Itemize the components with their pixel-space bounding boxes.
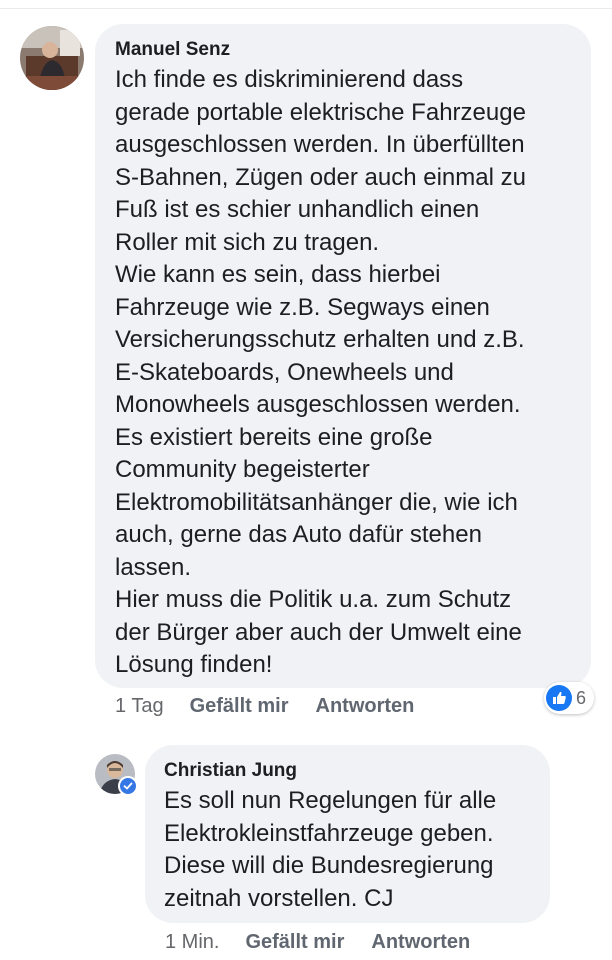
comment-bubble: Manuel Senz Ich finde es diskriminierend… bbox=[95, 24, 591, 688]
like-button[interactable]: Gefällt mir bbox=[245, 930, 344, 954]
comment-text: Es soll nun Regelungen für alle Elektrok… bbox=[164, 787, 497, 912]
comment-author[interactable]: Manuel Senz bbox=[115, 38, 573, 62]
profile-photo-icon bbox=[20, 26, 84, 90]
reply-bubble: Christian Jung Es soll nun Regelungen fü… bbox=[145, 745, 550, 923]
thumbs-up-icon bbox=[546, 685, 572, 711]
comment-timestamp[interactable]: 1 Min. bbox=[165, 930, 219, 954]
comment-text: Ich finde es diskriminierend dass gerade… bbox=[115, 66, 526, 678]
comment-author[interactable]: Christian Jung bbox=[164, 759, 534, 783]
comment-timestamp[interactable]: 1 Tag bbox=[115, 694, 164, 718]
reaction-count: 6 bbox=[576, 687, 587, 708]
like-button[interactable]: Gefällt mir bbox=[190, 694, 289, 718]
reply-button[interactable]: Antworten bbox=[371, 930, 470, 954]
comment-actions: 1 Tag Gefällt mir Antworten bbox=[115, 694, 414, 718]
avatar[interactable] bbox=[20, 26, 84, 90]
reply-button[interactable]: Antworten bbox=[316, 694, 415, 718]
comment-actions: 1 Min. Gefällt mir Antworten bbox=[165, 930, 470, 954]
reaction-summary[interactable]: 6 bbox=[544, 682, 595, 714]
top-divider bbox=[0, 0, 612, 9]
verified-badge-icon bbox=[118, 776, 138, 796]
